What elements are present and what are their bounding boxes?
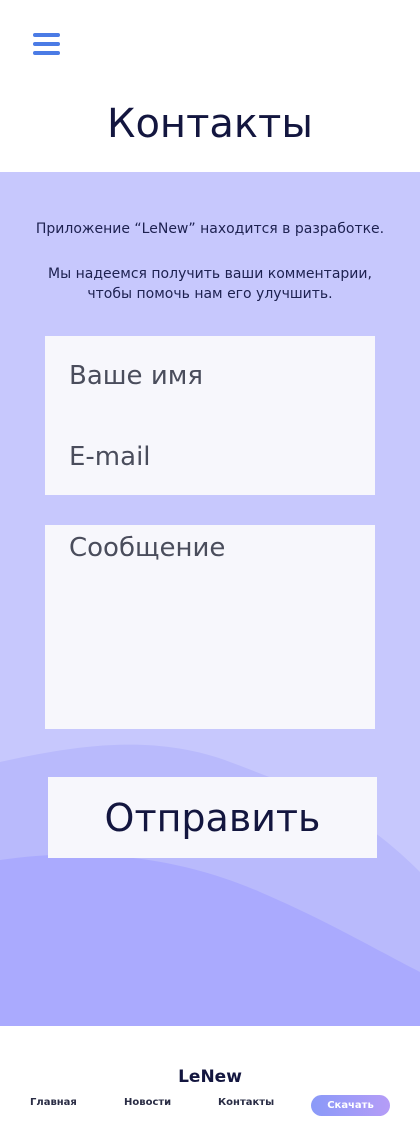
footer-nav-home[interactable]: Главная [30, 1097, 77, 1108]
hamburger-bar [33, 51, 60, 55]
hamburger-bar [33, 33, 60, 37]
footer-nav-news[interactable]: Новости [124, 1097, 171, 1108]
footer: LeNew Главная Новости Контакты Скачать [0, 1026, 420, 1125]
hamburger-menu-icon[interactable] [33, 33, 60, 57]
hamburger-bar [33, 42, 60, 46]
message-box [45, 525, 375, 729]
message-textarea[interactable] [69, 533, 359, 719]
contact-fields-box [45, 336, 375, 495]
contact-section: Приложение “LeNew” находится в разработк… [0, 172, 420, 1026]
email-input[interactable] [69, 439, 359, 475]
download-button[interactable]: Скачать [311, 1095, 390, 1116]
header: Контакты [0, 0, 420, 172]
intro-text-1: Приложение “LeNew” находится в разработк… [35, 221, 385, 237]
page-title: Контакты [107, 101, 313, 147]
intro-text-2: Мы надеемся получить ваши комментарии, ч… [48, 266, 372, 302]
footer-nav-contacts[interactable]: Контакты [218, 1097, 274, 1108]
name-input[interactable] [69, 358, 359, 394]
submit-button[interactable]: Отправить [48, 777, 377, 858]
footer-logo: LeNew [178, 1067, 242, 1087]
